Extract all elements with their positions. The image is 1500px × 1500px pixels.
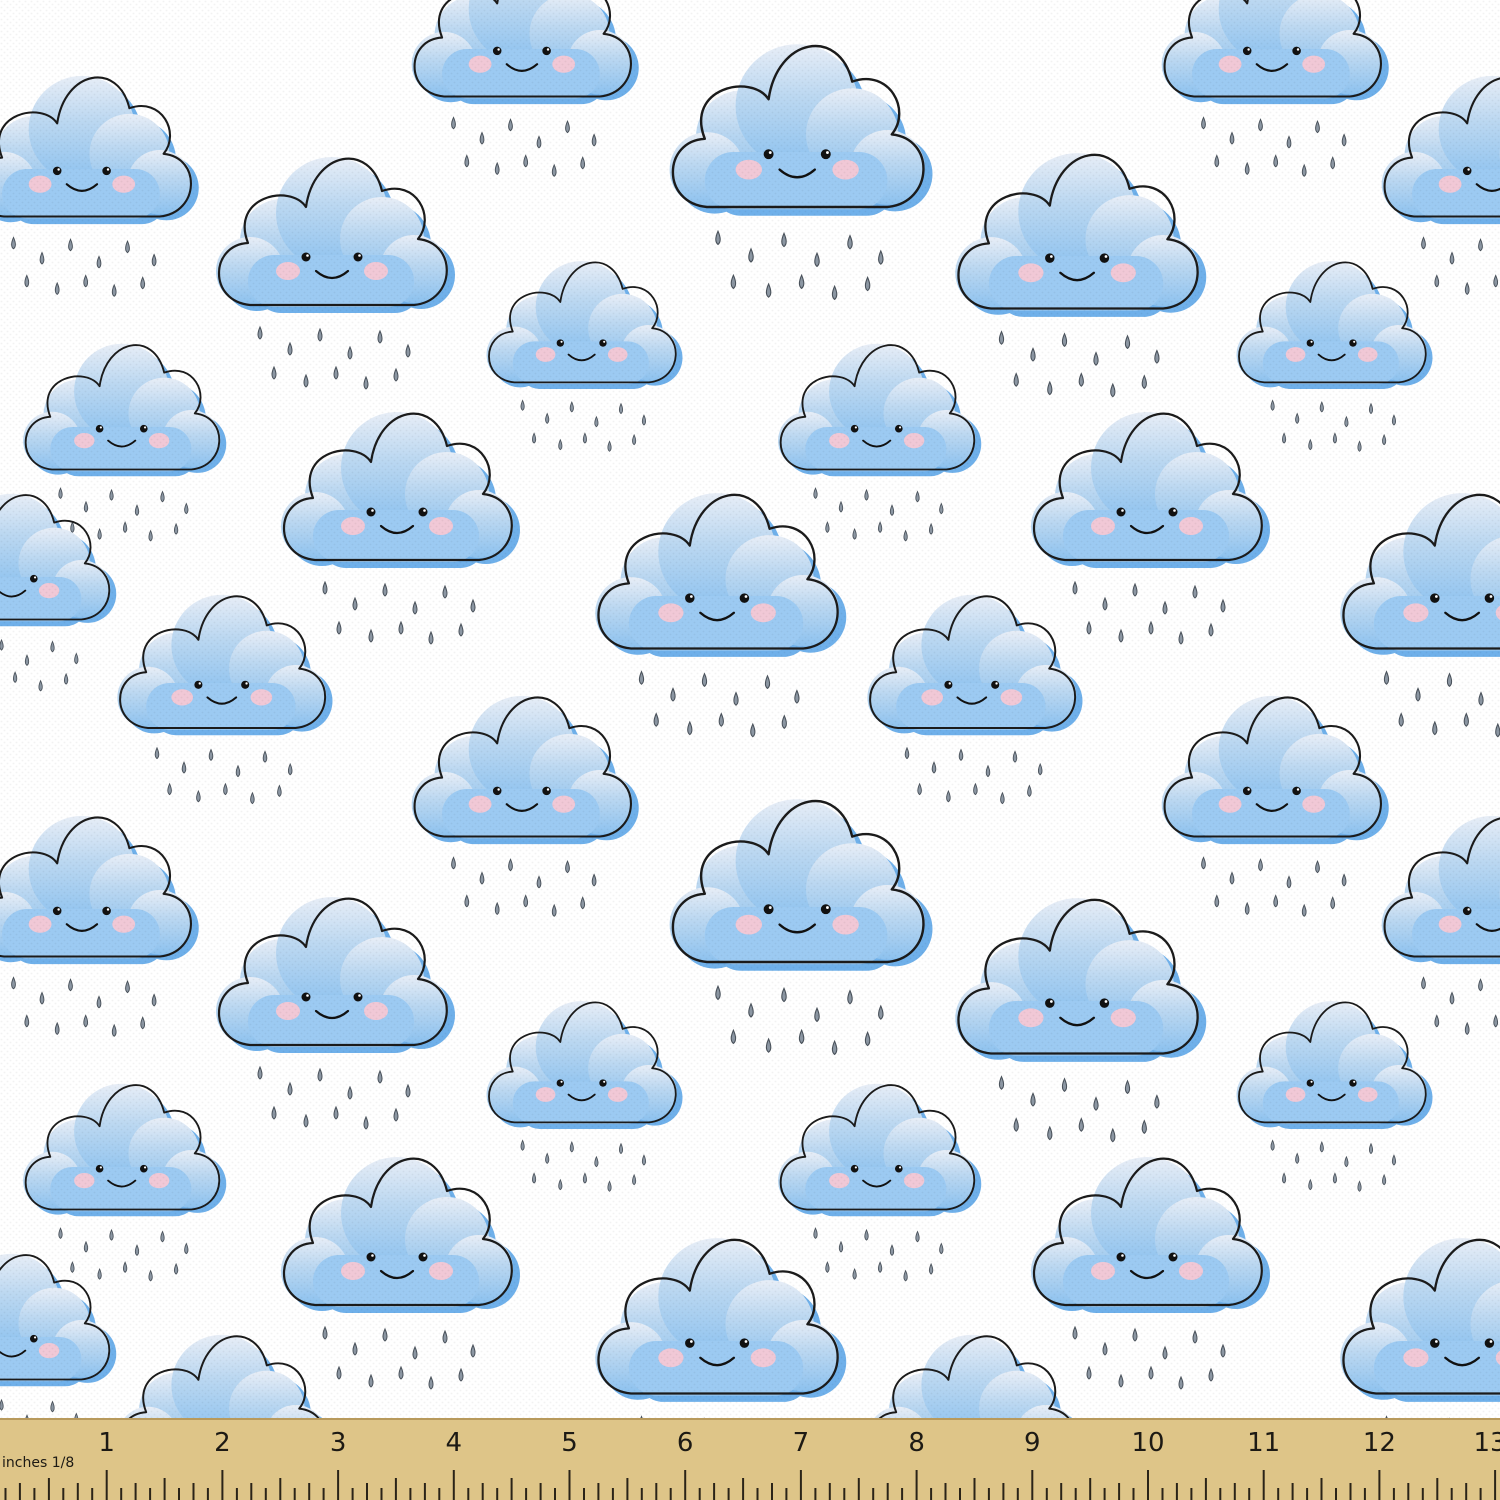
fabric-pattern bbox=[0, 0, 1500, 1500]
measuring-ruler bbox=[0, 1418, 1500, 1500]
